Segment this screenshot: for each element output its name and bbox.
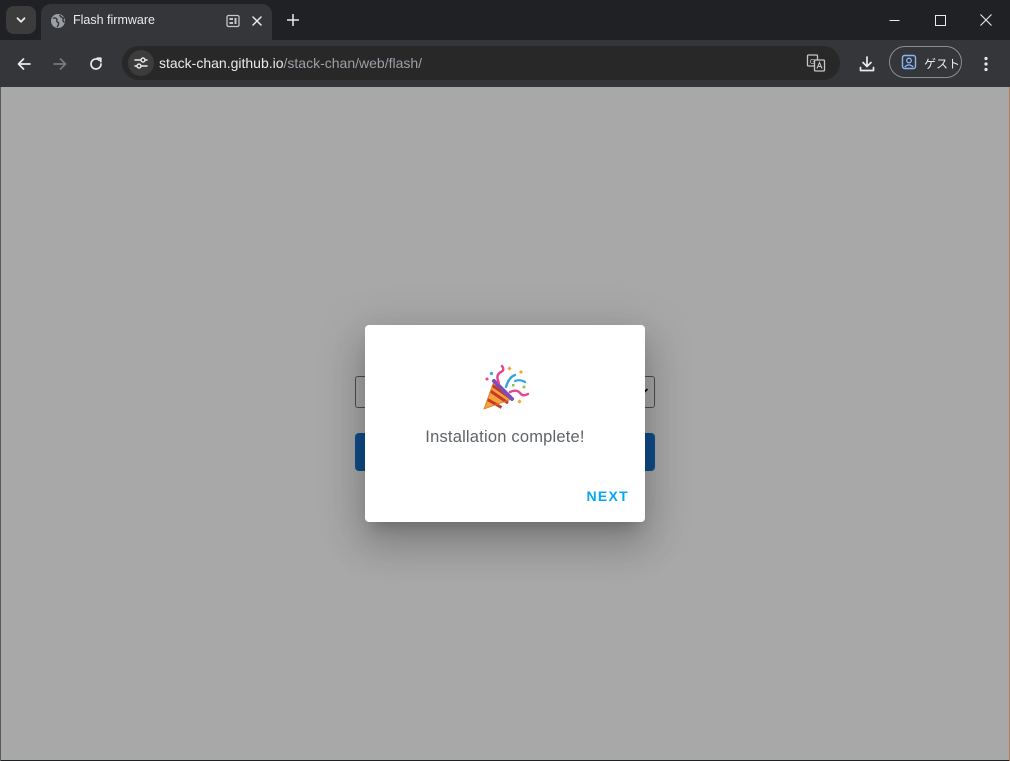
window-border-left [0, 87, 1, 761]
guest-profile-icon [901, 54, 917, 70]
kebab-menu-icon [984, 56, 988, 72]
forward-button[interactable] [47, 51, 73, 77]
url-text[interactable]: stack-chan.github.io/stack-chan/web/flas… [159, 55, 422, 71]
site-info-button[interactable] [128, 50, 154, 76]
installation-complete-dialog: Installation complete! NEXT [365, 325, 645, 522]
maximize-button[interactable] [917, 0, 963, 40]
close-icon [252, 16, 262, 26]
tune-icon [134, 57, 148, 69]
download-button[interactable] [854, 51, 880, 77]
next-button[interactable]: NEXT [586, 488, 629, 504]
close-icon [980, 14, 992, 26]
tab-active[interactable]: Flash firmware [41, 4, 272, 40]
minimize-icon [889, 19, 899, 21]
tab-strip: Flash firmware [0, 0, 1010, 40]
download-icon [859, 56, 875, 72]
page-content: Installation complete! NEXT [1, 87, 1009, 760]
minimize-button[interactable] [871, 0, 917, 40]
globe-icon [51, 14, 65, 28]
arrow-right-icon [53, 58, 67, 70]
back-button[interactable] [11, 51, 37, 77]
reload-button[interactable] [83, 51, 109, 77]
translate-icon[interactable]: G [806, 53, 826, 73]
chevron-down-icon [16, 17, 26, 23]
menu-button[interactable] [973, 51, 999, 77]
address-bar[interactable]: stack-chan.github.io/stack-chan/web/flas… [122, 46, 840, 80]
browser-toolbar: stack-chan.github.io/stack-chan/web/flas… [0, 40, 1010, 87]
arrow-left-icon [17, 58, 31, 70]
media-icon[interactable] [225, 13, 241, 29]
url-path: /stack-chan/web/flash/ [283, 55, 423, 71]
tab-close-button[interactable] [248, 12, 266, 30]
tab-search-button[interactable] [6, 6, 36, 34]
new-tab-button[interactable] [282, 9, 304, 31]
maximize-icon [934, 14, 946, 26]
guest-label: ゲスト [924, 57, 961, 71]
party-popper-icon [483, 364, 530, 410]
reload-icon [90, 57, 102, 70]
url-host: stack-chan.github.io [159, 55, 284, 71]
browser-window: Flash firmware stack-chan.github.io/stac… [0, 0, 1010, 761]
tab-title: Flash firmware [73, 13, 155, 27]
guest-profile-button[interactable]: ゲスト [889, 46, 962, 78]
dialog-message: Installation complete! [425, 428, 585, 446]
close-window-button[interactable] [963, 0, 1009, 40]
plus-icon [287, 14, 299, 26]
svg-text:G: G [810, 58, 815, 66]
